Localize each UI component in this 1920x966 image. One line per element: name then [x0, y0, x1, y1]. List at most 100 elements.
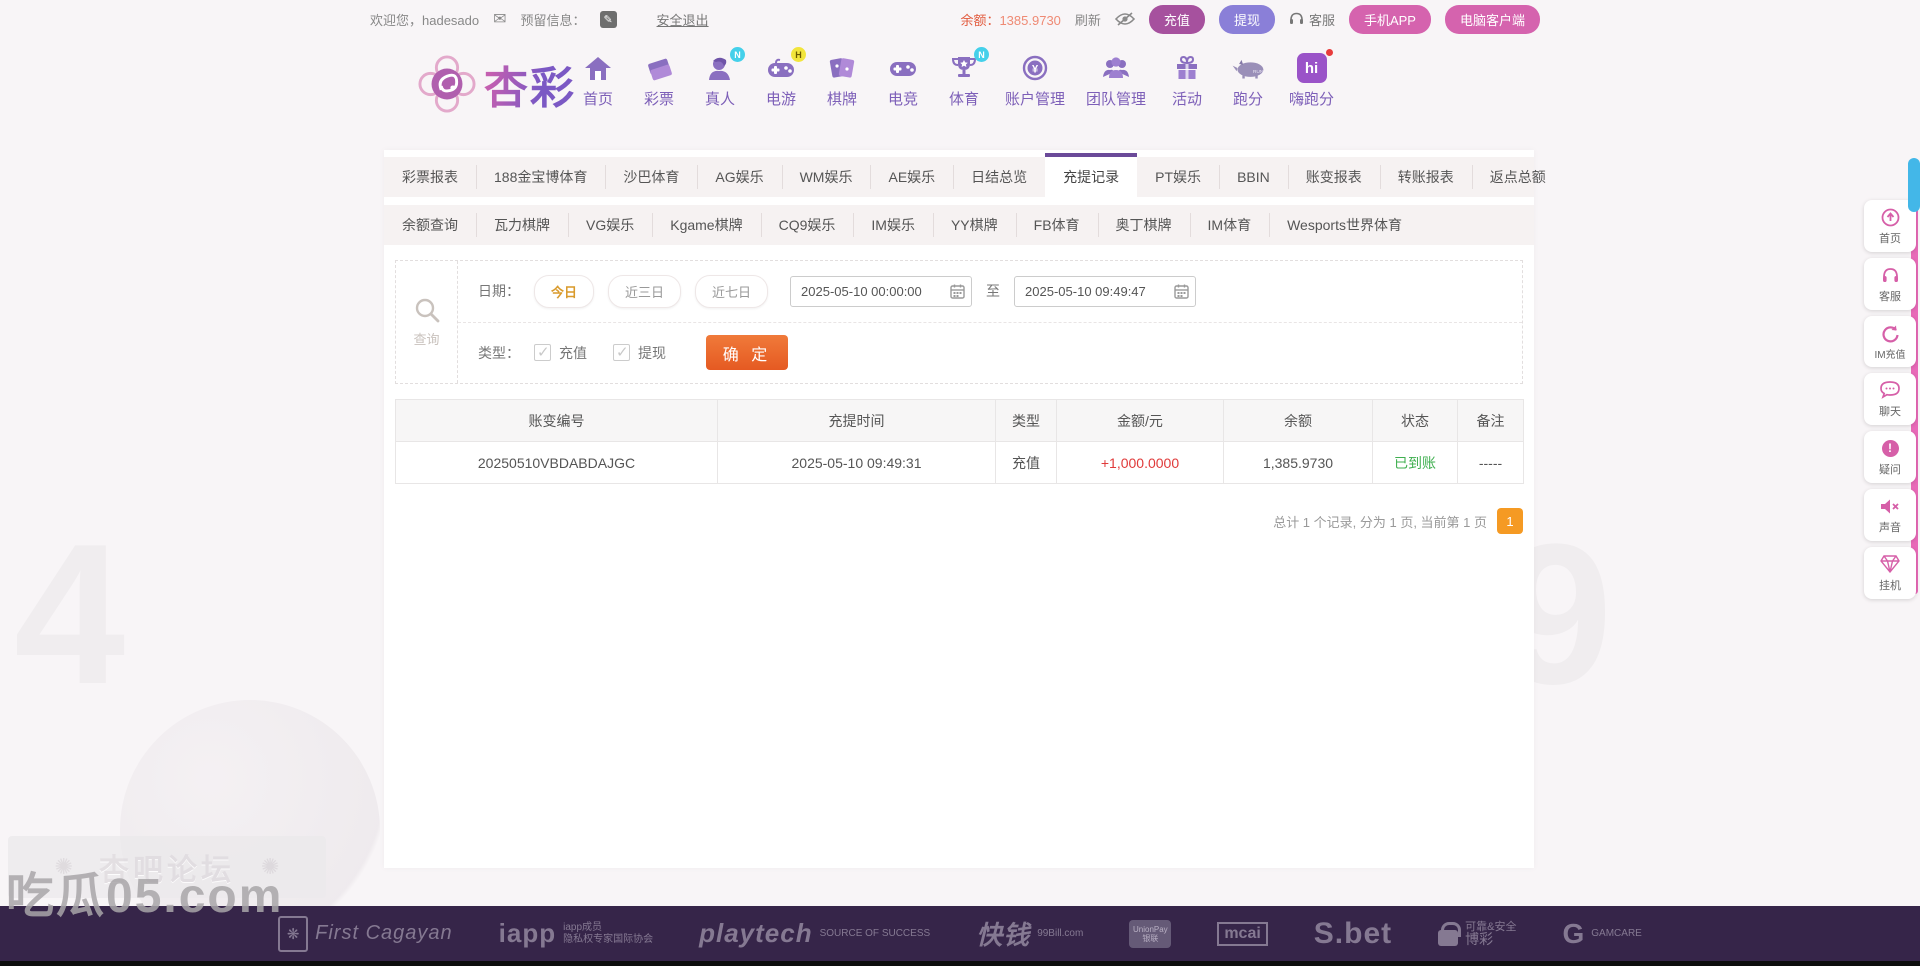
date-from-input[interactable]: [790, 275, 973, 307]
mute-speaker-icon: [1880, 496, 1900, 516]
nav-item-paofen[interactable]: RUN 跑分: [1228, 52, 1268, 109]
badge-n: N: [974, 47, 989, 62]
badge-n: N: [730, 47, 745, 62]
gem-icon: [1880, 554, 1900, 574]
eye-slash-icon[interactable]: [1114, 12, 1135, 26]
flower-logo-icon: [418, 55, 476, 113]
tab-fandian[interactable]: 返点总额: [1471, 157, 1564, 197]
nav-item-promotions[interactable]: 活动: [1167, 52, 1207, 109]
gamcare-logo: G GAMCARE: [1562, 917, 1642, 949]
tabs-row-2: 余额查询 瓦力棋牌 VG娱乐 Kgame棋牌 CQ9娱乐 IM娱乐 YY棋牌 F…: [384, 205, 1534, 245]
nav-item-lottery[interactable]: 彩票: [639, 52, 679, 109]
sidebar-item-chat[interactable]: 聊天: [1864, 373, 1916, 425]
brand-logo[interactable]: 杏彩: [418, 52, 576, 116]
page-1-button[interactable]: 1: [1497, 508, 1523, 534]
gift-icon: [1170, 52, 1204, 84]
deposit-button[interactable]: 充值: [1148, 4, 1205, 34]
date-filter-row: 日期： 今日 近三日 近七日 至: [458, 261, 1522, 323]
tab-yy[interactable]: YY棋牌: [932, 205, 1016, 245]
nav-item-sports[interactable]: N 体育: [944, 47, 989, 109]
nav-item-team[interactable]: 团队管理: [1086, 52, 1146, 109]
refresh-link[interactable]: 刷新: [1075, 10, 1101, 29]
withdraw-checkbox[interactable]: [613, 343, 630, 362]
tab-cq9[interactable]: CQ9娱乐: [760, 205, 854, 245]
tab-fb[interactable]: FB体育: [1015, 205, 1098, 245]
nav-item-hi-paofen[interactable]: hi 嗨跑分: [1289, 49, 1334, 109]
logout-link[interactable]: 安全退出: [657, 10, 709, 29]
bottom-bar: [0, 961, 1920, 966]
tab-ae[interactable]: AE娱乐: [870, 157, 953, 197]
topbar: 欢迎您，hadesado ✉ 预留信息： ✎ 安全退出 余额：1385.9730…: [0, 0, 1920, 38]
tab-im-yule[interactable]: IM娱乐: [853, 205, 933, 245]
quick-7days-button[interactable]: 近七日: [695, 274, 769, 308]
exclamation-icon: !: [1881, 438, 1899, 458]
team-icon: [1099, 52, 1133, 84]
first-cagayan-logo: ❋ First Cagayan: [278, 915, 453, 952]
nav-item-home[interactable]: 首页: [578, 52, 618, 109]
nav-item-esports[interactable]: 电竞: [883, 52, 923, 109]
cell-record-id: 20250510VBDABDAJGC: [395, 441, 718, 484]
tab-vg[interactable]: VG娱乐: [568, 205, 652, 245]
tab-ag[interactable]: AG娱乐: [697, 157, 781, 197]
tab-rijie[interactable]: 日结总览: [953, 157, 1045, 197]
pagination-summary: 总计 1 个记录, 分为 1 页, 当前第 1 页: [1273, 514, 1487, 530]
cards-icon: [825, 52, 859, 84]
nav-item-boardgames[interactable]: 棋牌: [822, 52, 862, 109]
tickets-icon: [642, 52, 676, 84]
tab-shaba-sport[interactable]: 沙巴体育: [605, 157, 697, 197]
quick-today-button[interactable]: 今日: [534, 274, 595, 308]
badge-h: H: [791, 47, 806, 62]
pc-client-button[interactable]: 电脑客户端: [1444, 4, 1540, 34]
confirm-button[interactable]: 确 定: [706, 335, 788, 371]
arrow-up-circle-icon: [1881, 207, 1900, 227]
nav-item-account[interactable]: ¥ 账户管理: [1005, 52, 1065, 109]
tab-chongti-jilu[interactable]: 充提记录: [1045, 153, 1138, 197]
nav-item-slots[interactable]: H 电游: [761, 47, 806, 109]
sidebar-item-idle[interactable]: 挂机: [1864, 547, 1916, 599]
tab-yue-chaxun[interactable]: 余额查询: [384, 205, 476, 245]
col-header-amount: 金额/元: [1056, 399, 1224, 442]
col-header-remark: 备注: [1457, 399, 1524, 442]
records-table: 账变编号 充提时间 类型 金额/元 余额 状态 备注 20250510VBDAB…: [395, 399, 1524, 484]
date-to-input[interactable]: [1014, 275, 1197, 307]
tab-zhangbian[interactable]: 账变报表: [1287, 157, 1380, 197]
tab-kgame[interactable]: Kgame棋牌: [652, 205, 760, 245]
brand-name: 杏彩: [484, 52, 576, 116]
notification-dot: [1325, 49, 1333, 56]
unionpay-logo: UnionPay 银联: [1129, 919, 1172, 948]
to-label: 至: [986, 283, 1001, 300]
tab-188-sport[interactable]: 188金宝博体育: [476, 157, 605, 197]
yuan-coin-icon: ¥: [1018, 52, 1052, 84]
sidebar-item-im-recharge[interactable]: IM充值: [1864, 316, 1916, 367]
mobile-app-button[interactable]: 手机APP: [1348, 4, 1431, 34]
search-icon: [415, 298, 439, 322]
tab-caipiao-baobiao[interactable]: 彩票报表: [384, 157, 476, 197]
tab-bbin[interactable]: BBIN: [1219, 157, 1288, 197]
type-label: 类型：: [478, 344, 520, 361]
sidebar-item-sound[interactable]: 声音: [1864, 489, 1916, 541]
tab-pt[interactable]: PT娱乐: [1137, 157, 1219, 197]
tab-im-tiyu[interactable]: IM体育: [1189, 205, 1270, 245]
tab-zhuanzhang[interactable]: 转账报表: [1379, 157, 1472, 197]
tab-aoding[interactable]: 奥丁棋牌: [1097, 205, 1190, 245]
withdraw-button[interactable]: 提现: [1218, 4, 1275, 34]
tab-wesports[interactable]: Wesports世界体育: [1269, 205, 1420, 245]
sidebar-item-service[interactable]: 客服: [1864, 258, 1916, 310]
nav-item-live[interactable]: N 真人: [700, 47, 745, 109]
mail-icon[interactable]: ✉: [493, 9, 506, 29]
deposit-checkbox[interactable]: [534, 343, 551, 362]
tab-wali[interactable]: 瓦力棋牌: [476, 205, 568, 245]
edit-icon[interactable]: ✎: [599, 10, 617, 28]
table-row: 20250510VBDABDAJGC 2025-05-10 09:49:31 充…: [395, 441, 1524, 484]
customer-service-link[interactable]: 客服: [1289, 10, 1335, 29]
99bill-logo: 快钱 99Bill.com: [976, 920, 1084, 950]
cell-status: 已到账: [1372, 441, 1458, 484]
tab-wm[interactable]: WM娱乐: [781, 157, 871, 197]
welcome-text: 欢迎您，hadesado: [370, 12, 480, 28]
footer: ❋ First Cagayan iapp iapp成员 隐私权专家国际协会 pla…: [0, 906, 1920, 961]
quick-3days-button[interactable]: 近三日: [608, 274, 682, 308]
cell-balance: 1,385.9730: [1223, 441, 1373, 484]
col-header-type: 类型: [995, 399, 1057, 442]
scrollbar-thumb[interactable]: [1908, 158, 1920, 212]
sidebar-item-question[interactable]: ! 疑问: [1864, 431, 1916, 483]
